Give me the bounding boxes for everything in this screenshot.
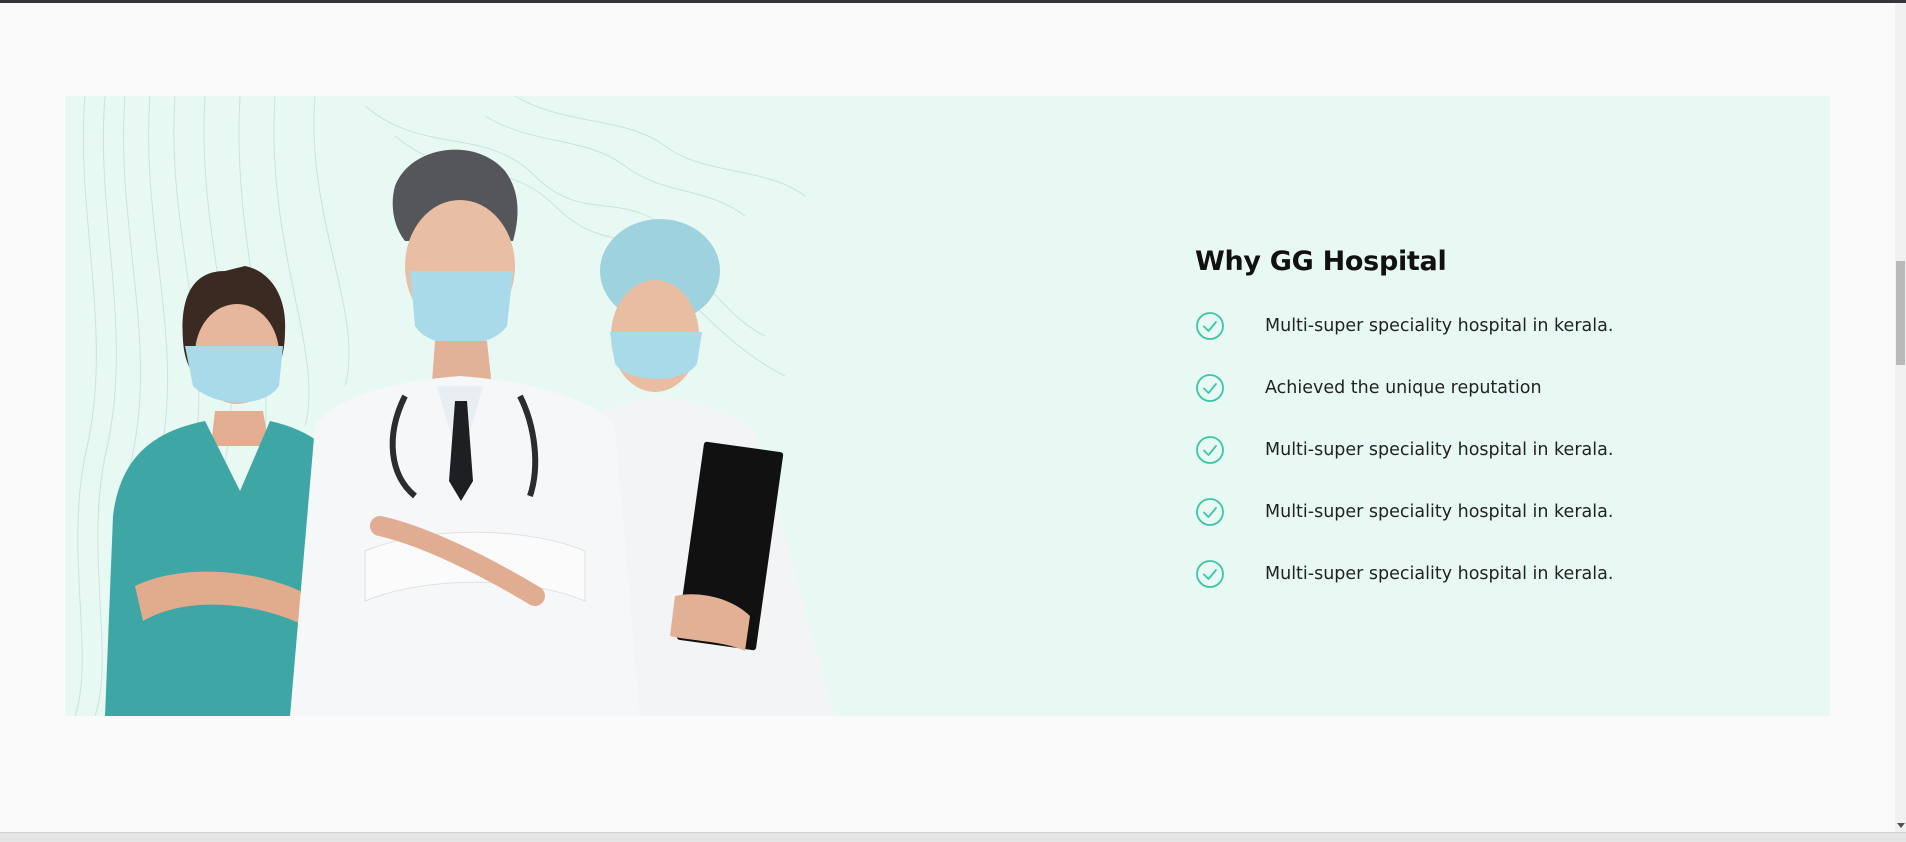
feature-text: Multi-super speciality hospital in keral… xyxy=(1265,316,1614,336)
feature-text: Achieved the unique reputation xyxy=(1265,378,1542,398)
check-circle-icon xyxy=(1196,498,1224,526)
vertical-scrollbar[interactable] xyxy=(1895,3,1906,832)
scrollbar-thumb[interactable] xyxy=(1896,261,1905,365)
list-item: Multi-super speciality hospital in keral… xyxy=(1195,295,1755,357)
list-item: Multi-super speciality hospital in keral… xyxy=(1195,543,1755,605)
list-item: Multi-super speciality hospital in keral… xyxy=(1195,481,1755,543)
check-circle-icon xyxy=(1196,374,1224,402)
why-content: Why GG Hospital Multi-super speciality h… xyxy=(1195,246,1755,605)
list-item: Multi-super speciality hospital in keral… xyxy=(1195,419,1755,481)
check-circle-icon xyxy=(1196,312,1224,340)
section-title: Why GG Hospital xyxy=(1195,246,1447,277)
check-circle-icon xyxy=(1196,560,1224,588)
check-circle-icon xyxy=(1196,436,1224,464)
doctors-photo xyxy=(105,149,835,716)
window-top-strip xyxy=(0,0,1906,3)
doctor-figure xyxy=(290,149,640,716)
why-hospital-section: Why GG Hospital Multi-super speciality h… xyxy=(65,96,1830,716)
list-item: Achieved the unique reputation xyxy=(1195,357,1755,419)
scroll-down-arrow-icon[interactable] xyxy=(1897,823,1905,828)
feature-text: Multi-super speciality hospital in keral… xyxy=(1265,440,1614,460)
feature-list: Multi-super speciality hospital in keral… xyxy=(1195,295,1755,605)
feature-text: Multi-super speciality hospital in keral… xyxy=(1265,502,1614,522)
feature-text: Multi-super speciality hospital in keral… xyxy=(1265,564,1614,584)
